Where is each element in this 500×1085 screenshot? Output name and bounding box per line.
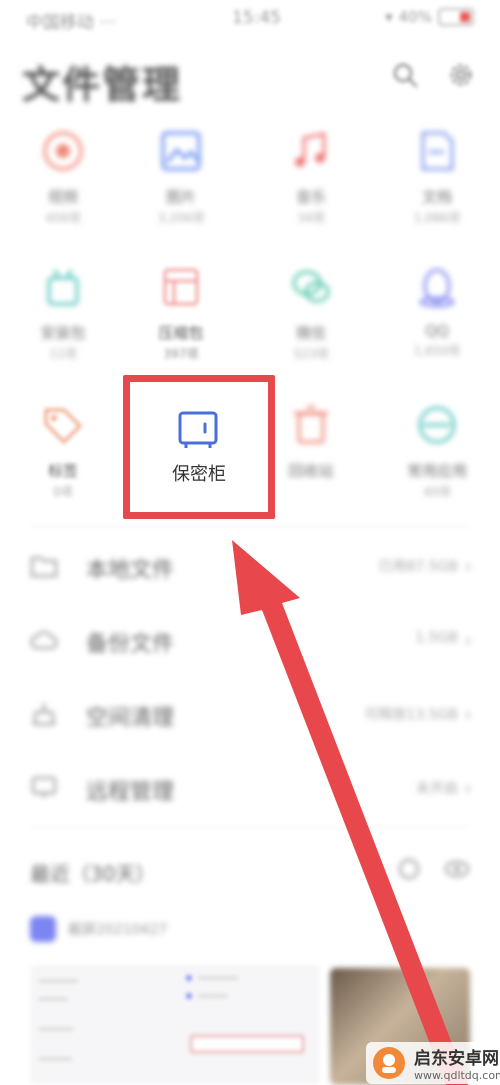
category-document[interactable]: 文档 1,086项 [382, 128, 492, 226]
recent-thumbnail[interactable] [30, 965, 320, 1085]
clock: 15:45 [232, 8, 281, 28]
list-value: 1.5GB [415, 630, 458, 646]
category-label: 压缩包 [158, 324, 204, 342]
category-tags[interactable]: 标签 0项 [8, 402, 118, 500]
broom-icon [32, 703, 56, 726]
list-item-local-files[interactable]: 本地文件 已用87.5GB › [0, 546, 500, 586]
battery-label: 40% [398, 8, 432, 26]
list-label: 备份文件 [86, 632, 175, 657]
chevron-right-icon: › [464, 628, 472, 652]
filter-icon[interactable] [396, 856, 422, 882]
category-count: 523项 [293, 347, 329, 361]
wifi-icon: ▾ [385, 8, 393, 26]
carrier-label: 中国移动 ··· [26, 13, 116, 33]
recent-section-title: 最近（30天） [30, 862, 156, 886]
divider [30, 826, 470, 827]
battery-icon [438, 8, 474, 26]
list-item-remote-management[interactable]: 远程管理 未开启 › [0, 768, 500, 808]
recent-item-name: 截屏20210427 [68, 922, 168, 938]
chevron-right-icon: › [464, 776, 472, 800]
search-icon[interactable] [392, 62, 418, 88]
recent-actions [396, 856, 470, 882]
watermark: 启东安卓网 www.qdltdq.com [366, 1042, 500, 1084]
category-label: 音乐 [295, 188, 326, 206]
recent-group-header[interactable]: 截屏20210427 [30, 916, 167, 942]
eye-icon[interactable] [444, 856, 470, 882]
category-label: 安装包 [40, 324, 86, 342]
list-label: 本地文件 [86, 558, 175, 583]
site-logo-icon [373, 1047, 405, 1079]
category-music[interactable]: 音乐 34项 [256, 128, 366, 226]
status-bar: 中国移动 ··· 15:45 ▾ 40% [0, 0, 500, 40]
status-icons: ▾ 40% [385, 8, 474, 26]
category-count: 0项 [53, 485, 73, 499]
screenshot-app-icon [30, 916, 56, 942]
trash-icon [294, 405, 328, 444]
category-label: 图片 [165, 188, 196, 206]
music-icon [295, 132, 326, 167]
apps-icon [418, 406, 456, 444]
category-label: 微信 [295, 324, 326, 342]
category-video[interactable]: 视频 456项 [8, 128, 118, 226]
document-icon [421, 131, 454, 171]
chevron-right-icon: › [464, 554, 472, 578]
category-count: 11项 [49, 347, 77, 361]
list-label: 远程管理 [86, 780, 175, 805]
category-label: QQ [425, 322, 449, 340]
watermark-name: 启东安卓网 [414, 1049, 499, 1069]
list-label: 空间清理 [86, 706, 175, 731]
category-count: 1,650项 [413, 344, 461, 358]
category-count: 397项 [163, 347, 199, 361]
category-label: 视频 [47, 188, 78, 206]
category-label: 常用应用 [406, 462, 467, 480]
list-value: 可释放13.5GB [364, 707, 458, 723]
android-icon [47, 269, 79, 306]
archive-icon [163, 268, 199, 306]
category-image[interactable]: 图片 3,206项 [126, 128, 236, 226]
category-count: 34项 [297, 211, 325, 225]
vault-label: 保密柜 [172, 464, 226, 485]
video-icon [43, 131, 83, 171]
gear-icon[interactable] [448, 62, 474, 88]
category-count: 40项 [423, 485, 451, 499]
folder-icon [30, 556, 58, 578]
monitor-icon [31, 776, 57, 798]
category-qq[interactable]: QQ 1,650项 [382, 264, 492, 359]
cloud-icon [30, 630, 58, 650]
image-icon [161, 131, 201, 171]
category-count: 3,206项 [157, 211, 205, 225]
watermark-url: www.qdltdq.com [414, 1069, 500, 1082]
vault-button[interactable]: 保密柜 [123, 375, 275, 519]
category-label: 标签 [47, 462, 78, 480]
category-archive[interactable]: 压缩包 397项 [126, 264, 236, 362]
category-installer[interactable]: 安装包 11项 [8, 264, 118, 362]
list-item-backup-files[interactable]: 备份文件 1.5GB › [0, 620, 500, 660]
list-value: 已用87.5GB [378, 559, 458, 575]
list-value: 未开启 [416, 781, 458, 797]
list-item-space-cleanup[interactable]: 空间清理 可释放13.5GB › [0, 694, 500, 734]
chevron-right-icon: › [464, 702, 472, 726]
category-label: 文档 [421, 188, 452, 206]
safe-icon [178, 411, 218, 448]
qq-penguin-icon [419, 268, 455, 308]
category-count: 456项 [45, 211, 81, 225]
category-wechat[interactable]: 微信 523项 [256, 264, 366, 362]
page-title: 文件管理 [22, 63, 183, 107]
category-count: 1,086项 [413, 211, 461, 225]
divider [30, 526, 470, 527]
tag-icon [44, 408, 82, 444]
wechat-icon [292, 270, 330, 303]
category-frequent-apps[interactable]: 常用应用 40项 [382, 402, 492, 500]
